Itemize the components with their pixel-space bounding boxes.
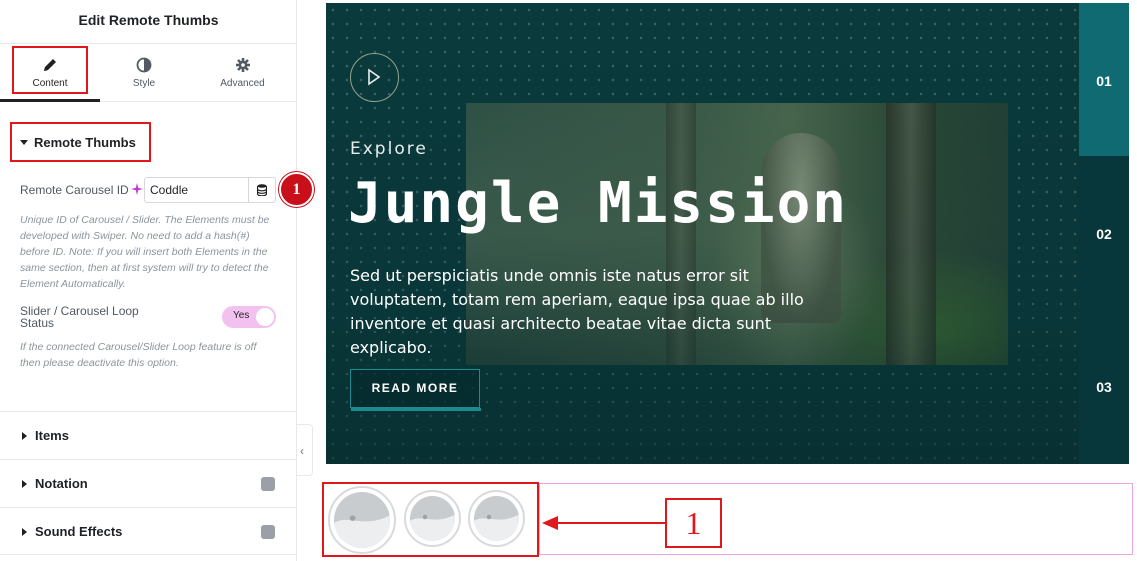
hero-description: Sed ut perspiciatis unde omnis iste natu… [350, 266, 804, 357]
collapse-panel-button[interactable]: ‹ [297, 424, 313, 476]
slide-number: 01 [1096, 73, 1112, 89]
thumb-3[interactable] [468, 490, 525, 547]
accordion-sound-effects[interactable]: Sound Effects [0, 507, 297, 555]
thumb-placeholder-icon [474, 496, 519, 541]
slide-nav-03[interactable]: 03 [1079, 309, 1129, 462]
tab-advanced[interactable]: Advanced [188, 44, 297, 102]
pro-badge-icon [261, 477, 275, 491]
thumbs-container [539, 483, 1133, 555]
carousel-id-field [144, 177, 276, 203]
editor-panel: Edit Remote Thumbs Content Style Advance… [0, 0, 314, 561]
thumb-placeholder-icon [334, 492, 390, 548]
tab-style[interactable]: Style [100, 44, 188, 102]
slide-number: 03 [1096, 379, 1112, 395]
thumb-placeholder-icon [410, 496, 455, 541]
toggle-knob [256, 308, 274, 326]
pro-badge-icon [261, 525, 275, 539]
section-highlight [10, 122, 151, 162]
editor-screen: Edit Remote Thumbs Content Style Advance… [0, 0, 1137, 561]
accordion-items-label: Items [35, 428, 69, 443]
read-more-button[interactable]: READ MORE [350, 369, 481, 411]
play-button[interactable] [350, 53, 399, 102]
loop-label: Slider / Carousel Loop Status [20, 304, 139, 330]
accordion-notation-label: Notation [35, 476, 88, 491]
chevron-left-icon: ‹ [300, 444, 304, 458]
hero-headline: Jungle Mission [348, 171, 849, 236]
accordion-notation[interactable]: Notation [0, 459, 297, 507]
annotation-callout: 1 [665, 498, 722, 548]
database-icon [257, 184, 267, 196]
step-marker-badge: 1 [279, 172, 314, 207]
hero-eyebrow: Explore [350, 139, 428, 159]
content-tab-highlight [12, 46, 88, 94]
carousel-id-label: Remote Carousel ID [20, 183, 129, 197]
loop-toggle-text: Yes [233, 310, 250, 321]
slide-number-nav: 01 02 03 [1079, 3, 1129, 464]
caret-right-icon [22, 527, 27, 536]
gear-icon [235, 58, 250, 72]
slide-nav-02[interactable]: 02 [1079, 156, 1129, 309]
carousel-id-input[interactable] [145, 178, 249, 202]
ai-sparkle-icon[interactable] [131, 183, 143, 195]
tab-style-label: Style [132, 78, 156, 89]
accordion-sound-effects-label: Sound Effects [35, 524, 123, 539]
contrast-icon [136, 57, 152, 73]
thumb-1[interactable] [328, 486, 396, 554]
tab-advanced-label: Advanced [220, 78, 265, 89]
thumb-2[interactable] [404, 490, 461, 547]
loop-help: If the connected Carousel/Slider Loop fe… [20, 341, 257, 369]
caret-right-icon [22, 431, 27, 440]
accordion-items[interactable]: Items [0, 411, 297, 459]
annotation-arrow-line [556, 522, 666, 524]
caret-right-icon [22, 479, 27, 488]
loop-toggle[interactable]: Yes [222, 306, 276, 328]
hero-slider: Explore Jungle Mission Sed ut perspiciat… [326, 3, 1129, 464]
play-icon [368, 68, 381, 86]
panel-title: Edit Remote Thumbs [0, 0, 297, 44]
dynamic-tags-button[interactable] [248, 178, 275, 202]
carousel-id-help: Unique ID of Carousel / Slider. The Elem… [20, 214, 270, 290]
slide-number: 02 [1096, 226, 1112, 242]
slide-nav-01[interactable]: 01 [1079, 3, 1129, 156]
